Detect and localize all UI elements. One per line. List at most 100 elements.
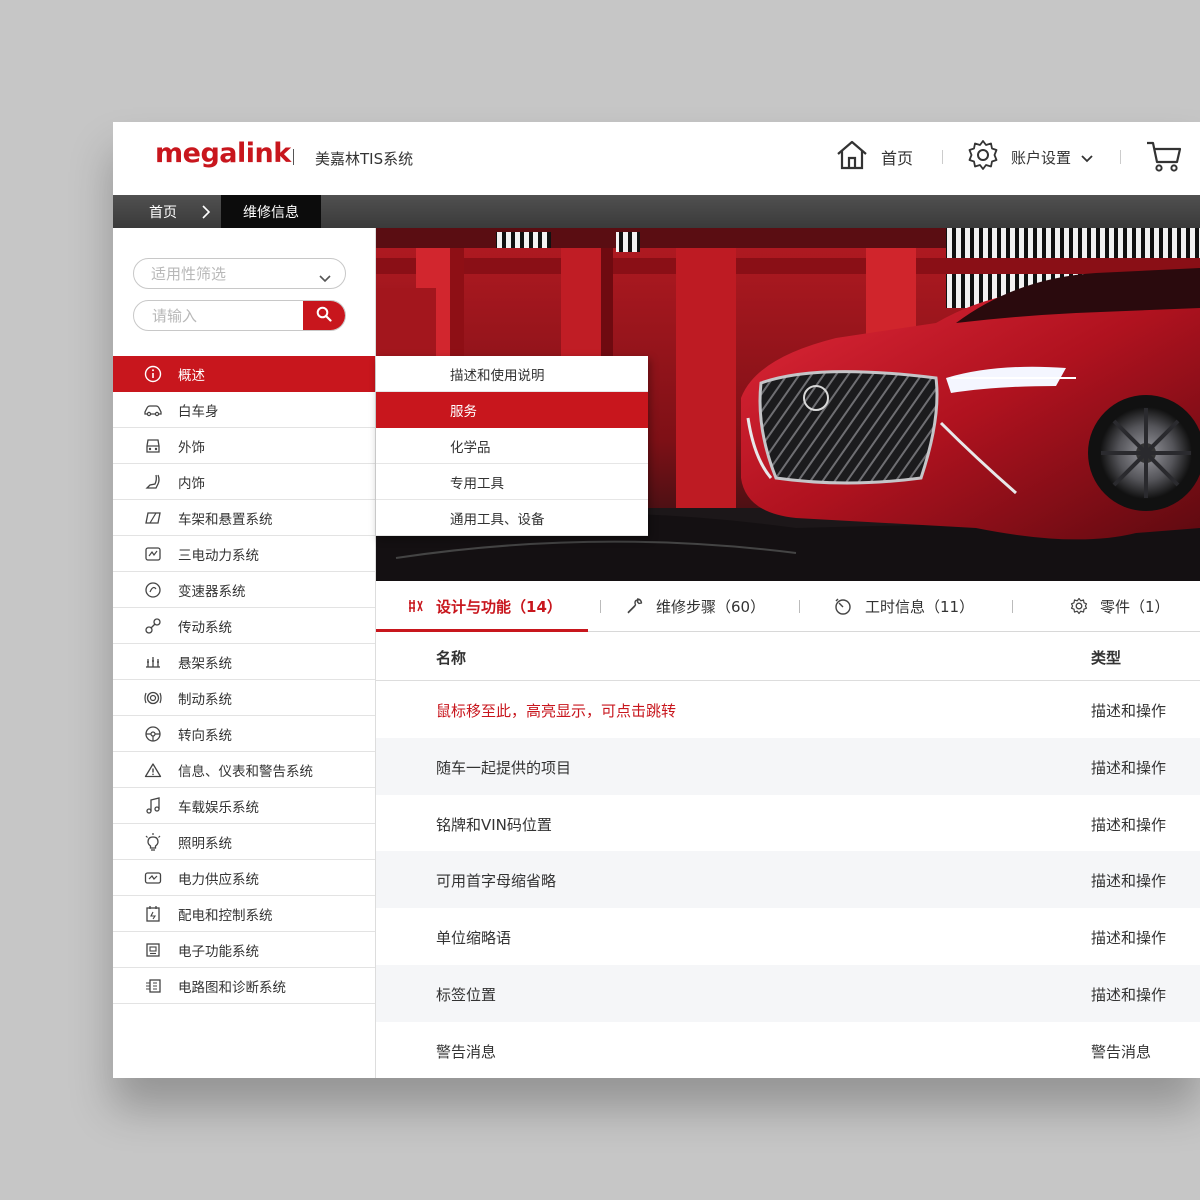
main-content: 描述和使用说明 服务 化学品 专用工具 通用工具、设备 设计与功能（14） 维修…: [376, 228, 1200, 1078]
nav-divider: [942, 150, 943, 164]
sidebar-item-label: 内饰: [178, 475, 205, 492]
power-icon: [143, 544, 163, 564]
sidebar-item-power-supply[interactable]: 电力供应系统: [113, 860, 375, 896]
table-row[interactable]: 可用首字母缩省略 描述和操作: [376, 851, 1200, 909]
submenu-item-general-tools[interactable]: 通用工具、设备: [376, 500, 648, 536]
drive-icon: [143, 616, 163, 636]
tab-divider: [799, 600, 800, 613]
account-settings-label: 账户设置: [1011, 148, 1072, 167]
home-icon: [835, 139, 869, 175]
battery-icon: [143, 868, 163, 888]
suspension-icon: [143, 652, 163, 672]
steering-icon: [143, 724, 163, 744]
sidebar-item-steering[interactable]: 转向系统: [113, 716, 375, 752]
table-row[interactable]: 随车一起提供的项目 描述和操作: [376, 737, 1200, 795]
row-name: 随车一起提供的项目: [436, 758, 572, 777]
frame-icon: [143, 508, 163, 528]
nav-home-label: 首页: [881, 149, 914, 168]
sidebar-item-body[interactable]: 白车身: [113, 392, 375, 428]
nav-divider: [1120, 150, 1121, 164]
tab-labor-time[interactable]: 工时信息（11）: [833, 581, 974, 631]
search-box: [133, 300, 346, 331]
wrench-icon: [626, 597, 644, 615]
music-icon: [143, 796, 163, 816]
sidebar-item-label: 传动系统: [178, 619, 232, 636]
electronic-icon: [143, 940, 163, 960]
applicability-filter-select[interactable]: 适用性筛选: [133, 258, 346, 289]
sidebar-item-exterior[interactable]: 外饰: [113, 428, 375, 464]
filter-select-label: 适用性筛选: [151, 265, 227, 283]
tab-design-function[interactable]: 设计与功能（14）: [408, 581, 562, 631]
sidebar-item-transmission[interactable]: 变速器系统: [113, 572, 375, 608]
submenu-item-service[interactable]: 服务: [376, 392, 648, 428]
table-row[interactable]: 铭牌和VIN码位置 描述和操作: [376, 795, 1200, 852]
sidebar-item-label: 外饰: [178, 439, 205, 456]
table-row[interactable]: 鼠标移至此，高亮显示，可点击跳转 描述和操作: [376, 681, 1200, 738]
sidebar-item-circuit[interactable]: 电路图和诊断系统: [113, 968, 375, 1004]
submenu-item-description[interactable]: 描述和使用说明: [376, 356, 648, 392]
row-name: 可用首字母缩省略: [436, 872, 557, 891]
overview-submenu: 描述和使用说明 服务 化学品 专用工具 通用工具、设备: [376, 356, 648, 536]
table-body: 鼠标移至此，高亮显示，可点击跳转 描述和操作 随车一起提供的项目 描述和操作 铭…: [376, 681, 1200, 1078]
brand-logo[interactable]: megalink: [155, 138, 291, 169]
tab-divider: [600, 600, 601, 613]
sidebar: 适用性筛选 概述 白车身 外饰: [113, 228, 376, 1078]
system-menu: 概述 白车身 外饰 内饰 车架和悬置系统 三电动力系统 变速器系统 传动系统 悬…: [113, 356, 375, 1004]
search-input[interactable]: [134, 301, 302, 330]
table-row[interactable]: 标签位置 描述和操作: [376, 964, 1200, 1022]
sidebar-item-label: 白车身: [178, 403, 219, 420]
sidebar-item-lighting[interactable]: 照明系统: [113, 824, 375, 860]
sidebar-item-suspension[interactable]: 悬架系统: [113, 644, 375, 680]
tab-divider: [1012, 600, 1013, 613]
top-header: megalink 美嘉林TIS系统 首页 账户设置: [113, 122, 1200, 192]
sidebar-item-label: 概述: [178, 367, 205, 384]
sidebar-item-label: 电子功能系统: [178, 943, 259, 960]
tab-repair-steps[interactable]: 维修步骤（60）: [626, 581, 765, 631]
table-row[interactable]: 警告消息 警告消息: [376, 1022, 1200, 1078]
design-icon: [408, 599, 424, 613]
nav-home-link[interactable]: 首页: [835, 140, 913, 174]
row-name: 警告消息: [436, 1042, 497, 1061]
sidebar-item-drive[interactable]: 传动系统: [113, 608, 375, 644]
content-tabs: 设计与功能（14） 维修步骤（60） 工时信息（11） 零件（1）: [376, 581, 1200, 632]
account-settings-menu[interactable]: 账户设置: [967, 140, 1093, 174]
sidebar-item-interior[interactable]: 内饰: [113, 464, 375, 500]
sidebar-item-overview[interactable]: 概述: [113, 356, 375, 392]
logo-divider: [293, 149, 294, 165]
sidebar-item-brake[interactable]: 制动系统: [113, 680, 375, 716]
warning-icon: [143, 760, 163, 780]
system-name: 美嘉林TIS系统: [315, 150, 414, 168]
sidebar-item-label: 制动系统: [178, 691, 232, 708]
sidebar-item-power[interactable]: 三电动力系统: [113, 536, 375, 572]
row-type: 描述和操作: [1091, 929, 1167, 948]
gear-icon: [1070, 597, 1088, 615]
submenu-item-chemicals[interactable]: 化学品: [376, 428, 648, 464]
row-type: 描述和操作: [1091, 758, 1167, 777]
app-window: megalink 美嘉林TIS系统 首页 账户设置 首页 维修信息 适用性筛选 …: [113, 122, 1200, 1078]
breadcrumb-current: 维修信息: [221, 195, 321, 228]
cart-button[interactable]: [1145, 140, 1183, 178]
sidebar-item-label: 悬架系统: [178, 655, 232, 672]
circuit-icon: [143, 976, 163, 996]
row-type: 警告消息: [1091, 1042, 1152, 1061]
sidebar-item-frame[interactable]: 车架和悬置系统: [113, 500, 375, 536]
table-row[interactable]: 单位缩略语 描述和操作: [376, 908, 1200, 965]
breadcrumb: 首页 维修信息: [113, 195, 1200, 228]
transmission-icon: [143, 580, 163, 600]
sidebar-item-infotainment[interactable]: 车载娱乐系统: [113, 788, 375, 824]
sidebar-item-label: 车载娱乐系统: [178, 799, 259, 816]
sidebar-item-label: 电力供应系统: [178, 871, 259, 888]
breadcrumb-home[interactable]: 首页: [113, 195, 213, 228]
sidebar-item-electronic[interactable]: 电子功能系统: [113, 932, 375, 968]
row-type: 描述和操作: [1091, 985, 1167, 1004]
sidebar-item-label: 转向系统: [178, 727, 232, 744]
seat-icon: [143, 472, 163, 492]
chevron-down-icon: [1081, 148, 1093, 167]
search-button[interactable]: [303, 301, 345, 330]
column-header-type: 类型: [1091, 649, 1122, 667]
sidebar-item-distribution[interactable]: 配电和控制系统: [113, 896, 375, 932]
sidebar-item-label: 配电和控制系统: [178, 907, 273, 924]
submenu-item-special-tools[interactable]: 专用工具: [376, 464, 648, 500]
tab-parts[interactable]: 零件（1）: [1070, 581, 1170, 631]
sidebar-item-warning[interactable]: 信息、仪表和警告系统: [113, 752, 375, 788]
